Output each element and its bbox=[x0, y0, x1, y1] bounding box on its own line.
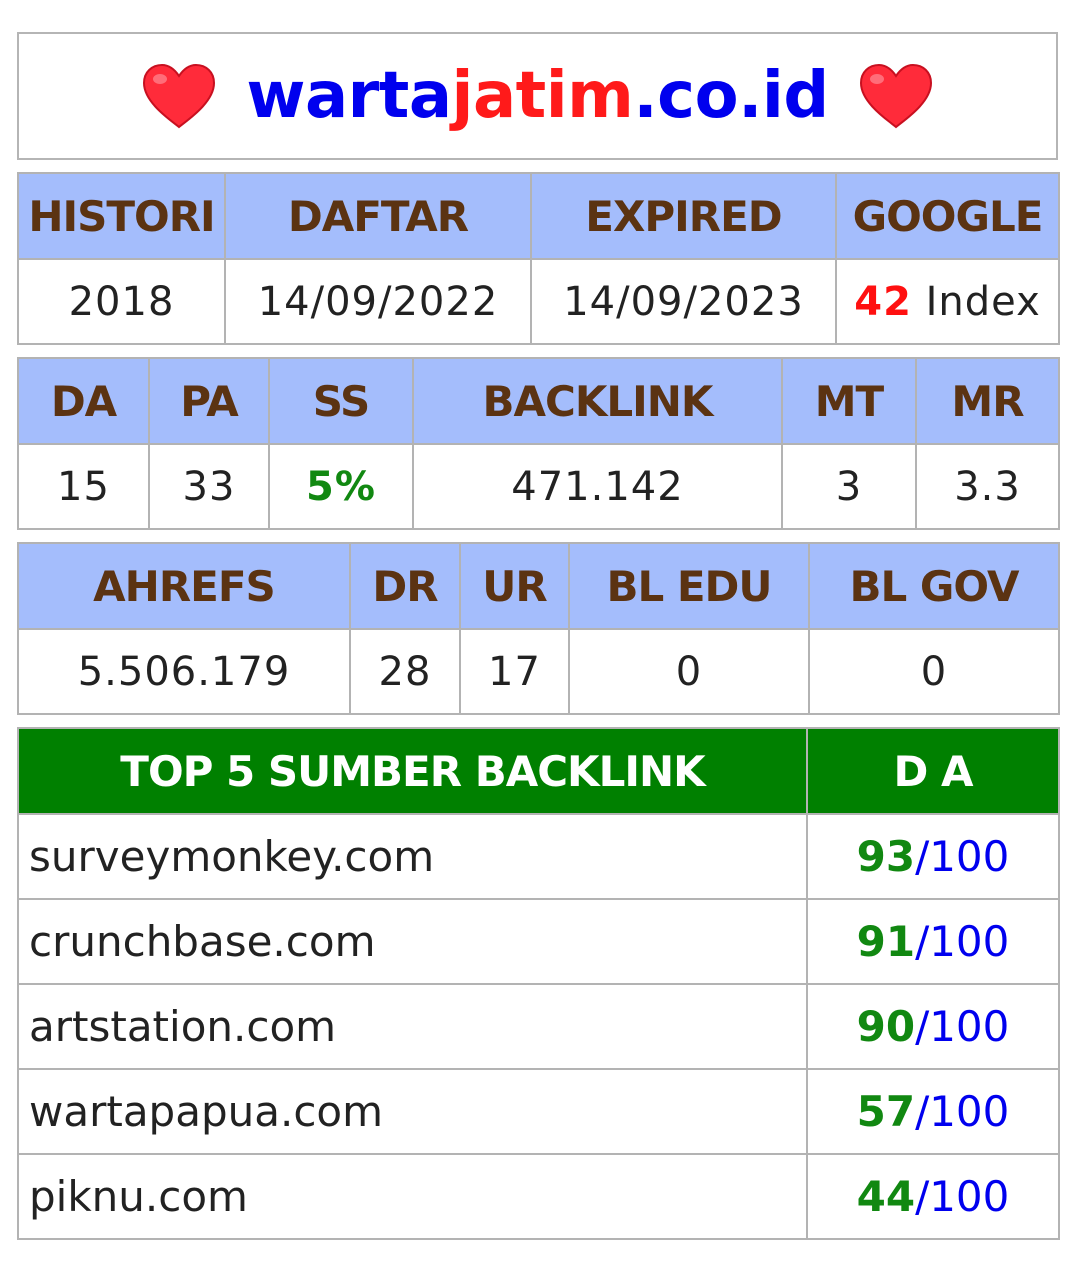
site-domain-part3: .co.id bbox=[633, 59, 829, 133]
header-row: DA PA SS BACKLINK MT MR bbox=[17, 357, 1060, 445]
table-row: wartapapua.com 57/100 bbox=[17, 1068, 1060, 1155]
value-mt: 3 bbox=[781, 443, 917, 530]
backlink-domain[interactable]: wartapapua.com bbox=[17, 1068, 808, 1155]
site-title-box: wartajatim.co.id bbox=[17, 32, 1058, 160]
heart-icon bbox=[859, 63, 933, 129]
value-ur: 17 bbox=[459, 628, 570, 715]
da-max: /100 bbox=[915, 1172, 1010, 1221]
value-bl-edu: 0 bbox=[568, 628, 810, 715]
da-score: 57 bbox=[856, 1087, 916, 1136]
backlink-da: 57/100 bbox=[806, 1068, 1060, 1155]
table-row: surveymonkey.com 93/100 bbox=[17, 813, 1060, 900]
ahrefs-metrics-table: AHREFS DR UR BL EDU BL GOV 5.506.179 28 … bbox=[17, 542, 1060, 715]
header-dr: DR bbox=[349, 542, 461, 630]
header-bl-edu: BL EDU bbox=[568, 542, 810, 630]
table-row: piknu.com 44/100 bbox=[17, 1153, 1060, 1240]
da-score: 44 bbox=[856, 1172, 916, 1221]
backlink-domain[interactable]: crunchbase.com bbox=[17, 898, 808, 985]
site-domain-part1: warta bbox=[246, 59, 452, 133]
spam-score: 5% bbox=[306, 463, 376, 510]
header-ahrefs: AHREFS bbox=[17, 542, 351, 630]
value-row: 5.506.179 28 17 0 0 bbox=[17, 628, 1060, 715]
google-index-label: Index bbox=[925, 278, 1041, 325]
header-row: AHREFS DR UR BL EDU BL GOV bbox=[17, 542, 1060, 630]
value-expired: 14/09/2023 bbox=[530, 258, 837, 345]
google-index-count: 42 bbox=[854, 278, 912, 325]
header-row: TOP 5 SUMBER BACKLINK D A bbox=[17, 727, 1060, 815]
domain-info-table: HISTORI DAFTAR EXPIRED GOOGLE 2018 14/09… bbox=[17, 172, 1060, 345]
header-daftar: DAFTAR bbox=[224, 172, 532, 260]
header-google: GOOGLE bbox=[835, 172, 1060, 260]
value-da: 15 bbox=[17, 443, 150, 530]
header-ss: SS bbox=[268, 357, 414, 445]
da-max: /100 bbox=[915, 1087, 1010, 1136]
header-mr: MR bbox=[915, 357, 1060, 445]
header-row: HISTORI DAFTAR EXPIRED GOOGLE bbox=[17, 172, 1060, 260]
value-row: 15 33 5% 471.142 3 3.3 bbox=[17, 443, 1060, 530]
value-bl-gov: 0 bbox=[808, 628, 1060, 715]
backlink-da: 90/100 bbox=[806, 983, 1060, 1070]
value-pa: 33 bbox=[148, 443, 270, 530]
backlink-da: 93/100 bbox=[806, 813, 1060, 900]
da-score: 91 bbox=[856, 917, 916, 966]
domain-report: wartajatim.co.id HISTORI DAFTAR EXPIRED … bbox=[17, 32, 1060, 1240]
value-dr: 28 bbox=[349, 628, 461, 715]
table-row: crunchbase.com 91/100 bbox=[17, 898, 1060, 985]
header-ur: UR bbox=[459, 542, 570, 630]
value-ss: 5% bbox=[268, 443, 414, 530]
moz-metrics-table: DA PA SS BACKLINK MT MR 15 33 5% 471.142… bbox=[17, 357, 1060, 530]
header-top-sources: TOP 5 SUMBER BACKLINK bbox=[17, 727, 808, 815]
header-expired: EXPIRED bbox=[530, 172, 837, 260]
value-daftar: 14/09/2022 bbox=[224, 258, 532, 345]
backlink-domain[interactable]: artstation.com bbox=[17, 983, 808, 1070]
value-histori: 2018 bbox=[17, 258, 226, 345]
top-backlinks-table: TOP 5 SUMBER BACKLINK D A surveymonkey.c… bbox=[17, 727, 1060, 1240]
header-bl-gov: BL GOV bbox=[808, 542, 1060, 630]
value-backlink: 471.142 bbox=[412, 443, 783, 530]
da-max: /100 bbox=[915, 832, 1010, 881]
header-da: DA bbox=[17, 357, 150, 445]
value-google: 42 Index bbox=[835, 258, 1060, 345]
value-row: 2018 14/09/2022 14/09/2023 42 Index bbox=[17, 258, 1060, 345]
header-backlink: BACKLINK bbox=[412, 357, 783, 445]
da-max: /100 bbox=[915, 917, 1010, 966]
da-score: 93 bbox=[856, 832, 916, 881]
da-score: 90 bbox=[856, 1002, 916, 1051]
heart-icon bbox=[142, 63, 216, 129]
backlink-da: 91/100 bbox=[806, 898, 1060, 985]
backlink-domain[interactable]: surveymonkey.com bbox=[17, 813, 808, 900]
table-row: artstation.com 90/100 bbox=[17, 983, 1060, 1070]
site-domain-part2: jatim bbox=[451, 59, 634, 133]
header-histori: HISTORI bbox=[17, 172, 226, 260]
header-da: D A bbox=[806, 727, 1060, 815]
value-mr: 3.3 bbox=[915, 443, 1060, 530]
backlink-da: 44/100 bbox=[806, 1153, 1060, 1240]
da-max: /100 bbox=[915, 1002, 1010, 1051]
header-pa: PA bbox=[148, 357, 270, 445]
header-mt: MT bbox=[781, 357, 917, 445]
site-domain[interactable]: wartajatim.co.id bbox=[246, 59, 829, 133]
backlink-domain[interactable]: piknu.com bbox=[17, 1153, 808, 1240]
value-ahrefs: 5.506.179 bbox=[17, 628, 351, 715]
